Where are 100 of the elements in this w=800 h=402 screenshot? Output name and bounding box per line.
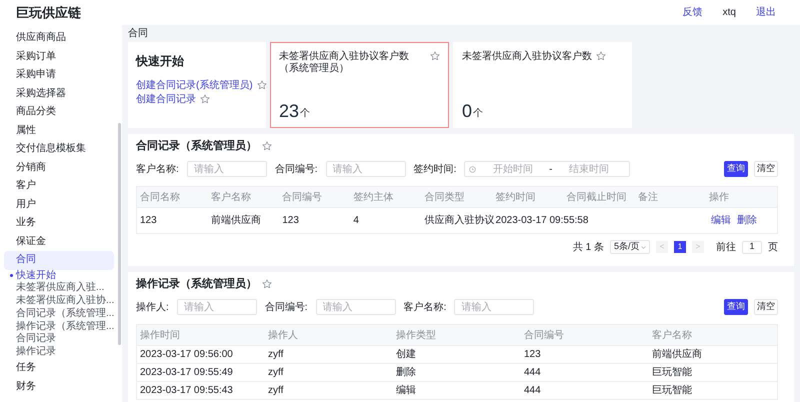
star-icon[interactable]	[596, 51, 606, 61]
card-title: 未签署供应商入驻协议客户数（系统管理员）	[279, 51, 410, 75]
filter-label: 签约时间:	[414, 162, 456, 176]
card-title: 未签署供应商入驻协议客户数	[462, 51, 592, 63]
text-input[interactable]: 请输入	[454, 299, 534, 315]
table-cell: 前端供应商	[211, 215, 262, 226]
total-count: 共 1 条	[572, 240, 604, 254]
page-button[interactable]: 1	[674, 241, 686, 253]
table-cell: 前端供应商	[652, 349, 702, 360]
column-header: 备注	[636, 190, 659, 204]
row-action-link[interactable]: 删除	[736, 213, 757, 228]
star-icon[interactable]	[262, 141, 272, 151]
sidebar-item[interactable]: 采购订单	[4, 48, 114, 66]
page-size-select[interactable]: 5条/页	[610, 240, 650, 254]
stat-card[interactable]: 未签署供应商入驻协议客户数 0个	[453, 42, 632, 128]
table-cell: 444	[524, 385, 541, 396]
text-input[interactable]: 请输入	[326, 161, 406, 177]
sidebar-subitem[interactable]: 合同记录	[16, 333, 56, 346]
sidebar-item[interactable]: 合同	[4, 251, 114, 270]
sidebar-subitem[interactable]: 合同记录（系统管理...	[16, 308, 114, 321]
column-header: 合同截止时间	[566, 190, 628, 204]
page-number-input[interactable]: 1	[742, 240, 762, 254]
star-icon[interactable]	[200, 94, 210, 104]
text-input[interactable]: 请输入	[316, 299, 396, 315]
row-action-link[interactable]: 编辑	[710, 213, 731, 228]
date-range-field[interactable]: 开始时间 - 结束时间	[464, 161, 630, 177]
table-cell: zyff	[268, 349, 284, 360]
column-header: 合同类型	[423, 190, 466, 204]
stat-value: 0	[462, 101, 472, 121]
sidebar-item[interactable]: 采购申请	[4, 66, 114, 84]
table-cell: 巨玩智能	[652, 367, 692, 378]
clear-button[interactable]: 清空	[754, 299, 778, 315]
panel-title: 合同记录（系统管理员）	[136, 138, 257, 154]
sidebar-item[interactable]: 财务	[4, 378, 114, 396]
table-cell: 123	[140, 215, 157, 226]
table-cell: 供应商入驻协议	[424, 215, 494, 226]
table-cell: 4	[353, 215, 359, 226]
star-icon[interactable]	[256, 80, 267, 90]
app-logo-text: 巨玩供应链	[16, 4, 81, 22]
search-button[interactable]: 查询	[724, 299, 748, 315]
sidebar-subitem[interactable]: 未签署供应商入驻协...	[16, 295, 114, 308]
clear-button[interactable]: 清空	[754, 161, 778, 177]
sidebar-subitem[interactable]: 操作记录（系统管理...	[16, 320, 114, 334]
star-icon[interactable]	[262, 279, 272, 289]
quick-link[interactable]: 创建合同记录	[136, 92, 196, 106]
text-input[interactable]: 请输入	[176, 299, 257, 315]
text-input[interactable]: 请输入	[186, 161, 267, 177]
sidebar-item[interactable]: 分销商	[4, 158, 114, 177]
sidebar-item[interactable]: 交付信息模板集	[4, 140, 114, 158]
table-cell: 2023-03-17 09:55:43	[140, 385, 233, 396]
header-link[interactable]: 退出	[756, 5, 776, 20]
search-button[interactable]: 查询	[724, 161, 748, 177]
column-header: 合同名称	[139, 190, 181, 204]
column-header: 签约主体	[352, 190, 394, 204]
sidebar-item[interactable]: 属性	[4, 122, 114, 140]
sidebar-item[interactable]: 业务	[4, 214, 114, 232]
stat-unit: 个	[300, 107, 310, 121]
table-cell: 123	[282, 215, 299, 226]
column-header: 操作人	[267, 328, 299, 342]
table-cell: zyff	[268, 385, 284, 396]
bullet-icon	[10, 274, 13, 278]
panel-title: 操作记录（系统管理员）	[136, 276, 257, 292]
table-cell: 2023-03-17 09:55:58	[496, 215, 588, 226]
goto-label: 前往	[716, 240, 736, 254]
column-header: 客户名称	[651, 328, 693, 342]
stat-unit: 个	[473, 107, 484, 121]
filter-label: 客户名称:	[136, 162, 179, 176]
chevron-down-icon	[641, 244, 646, 250]
column-header: 操作时间	[139, 328, 181, 342]
sidebar-item[interactable]: 采购选择器	[4, 84, 114, 103]
table-cell: 2023-03-17 09:56:00	[140, 349, 233, 360]
sidebar-subitem[interactable]: 未签署供应商入驻...	[16, 282, 104, 296]
sidebar-item[interactable]: 任务	[4, 359, 114, 378]
table-cell: 创建	[396, 349, 416, 360]
header-link[interactable]: 反馈	[682, 5, 703, 20]
column-header: 合同编号	[281, 190, 324, 204]
table-cell: 编辑	[396, 385, 416, 396]
filter-label: 合同编号:	[274, 162, 318, 176]
sidebar-item[interactable]: 客户	[4, 177, 114, 196]
sidebar-item[interactable]: 用户	[4, 196, 114, 214]
quick-link[interactable]: 创建合同记录(系统管理员)	[136, 78, 253, 92]
sidebar-item[interactable]: 保证金	[4, 232, 114, 251]
star-icon[interactable]	[430, 51, 440, 61]
table-cell: 2023-03-17 09:55:49	[140, 367, 233, 378]
sidebar-subitem[interactable]: 快速开始	[16, 270, 56, 282]
table-cell: 123	[524, 349, 541, 360]
table-cell: zyff	[268, 367, 284, 378]
column-header: 客户名称	[210, 190, 252, 204]
column-header: 操作	[708, 190, 730, 204]
filter-label: 客户名称:	[404, 300, 446, 314]
column-header: 签约时间	[494, 190, 537, 204]
table-cell: 444	[524, 367, 541, 378]
card-title: 快速开始	[136, 53, 185, 70]
sidebar-item[interactable]: 商品分类	[4, 103, 114, 122]
sidebar-item[interactable]: 供应商商品	[4, 29, 114, 48]
column-header: 操作类型	[395, 328, 437, 342]
user-name[interactable]: xtq	[722, 5, 736, 20]
sidebar-subitem[interactable]: 操作记录	[16, 346, 56, 360]
stat-card[interactable]: 未签署供应商入驻协议客户数（系统管理员） 23个	[270, 42, 449, 128]
column-header: 合同编号	[523, 328, 565, 342]
